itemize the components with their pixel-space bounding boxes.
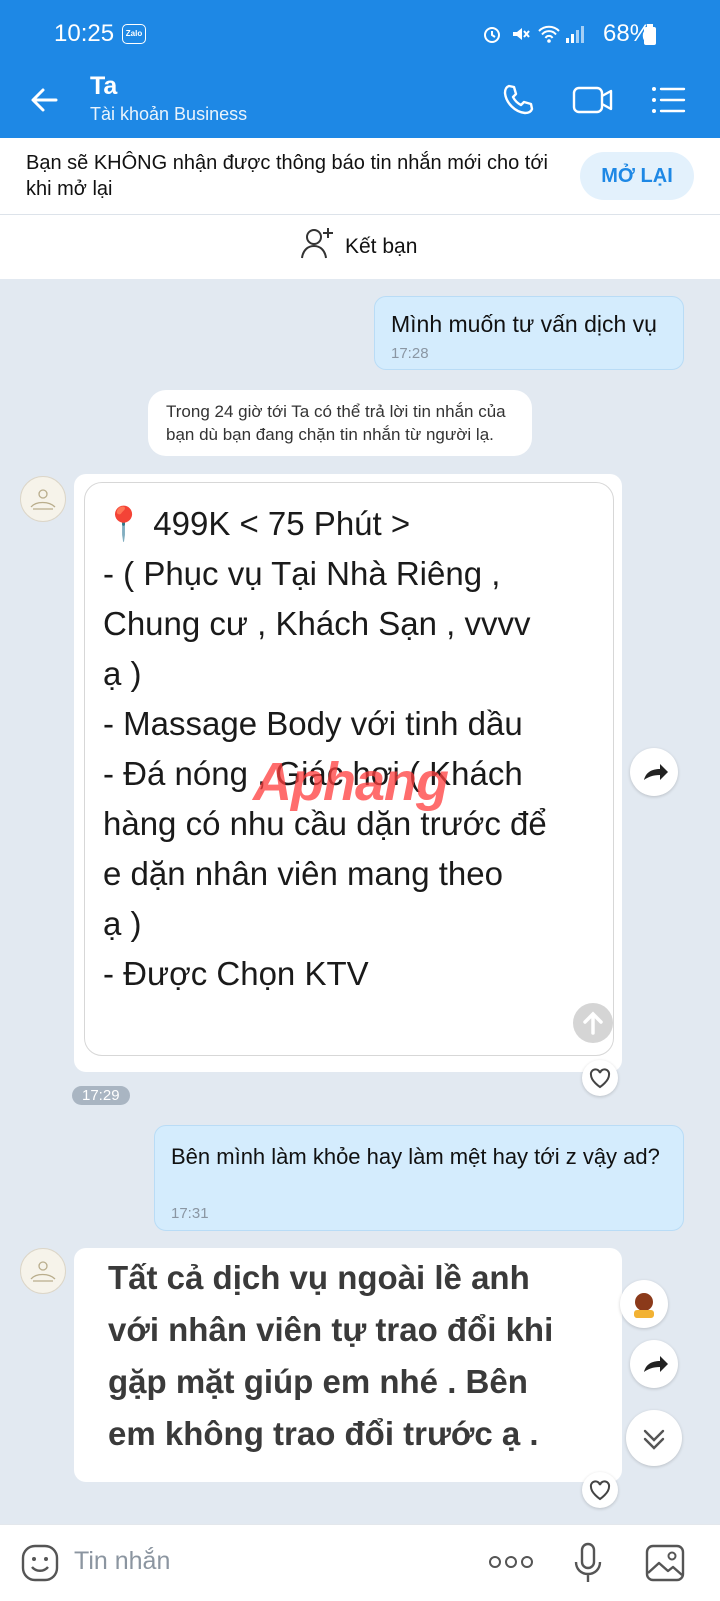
outgoing-message[interactable]: Bên mình làm khỏe hay làm mệt hay tới z … [154, 1125, 684, 1231]
composer-bar: Tin nhắn [0, 1524, 720, 1601]
wifi-icon [538, 25, 560, 43]
message-text: Mình muốn tư vấn dịch vụ [391, 311, 657, 337]
microphone-icon[interactable] [572, 1541, 604, 1585]
heart-icon [589, 1480, 611, 1501]
reaction-emoji-button[interactable] [620, 1280, 668, 1328]
message-time: 17:28 [391, 345, 429, 362]
price-list-line: - Được Chọn KTV [103, 955, 369, 992]
banner-text: Bạn sẽ KHÔNG nhận được thông báo tin nhắ… [26, 152, 548, 200]
price-list-line: - ( Phục vụ Tại Nhà Riêng , [103, 555, 501, 592]
add-friend-label: Kết bạn [345, 235, 418, 258]
scroll-top-button[interactable] [573, 1003, 613, 1043]
price-list-line: Chung cư , Khách Sạn , vvvv [103, 605, 531, 642]
incoming-image-message[interactable]: 📍 499K < 75 Phút > - ( Phục vụ Tại Nhà R… [74, 474, 622, 1072]
price-list-line: - Massage Body với tinh dầu [103, 705, 523, 742]
message-time: 17:31 [171, 1205, 209, 1222]
react-heart-button[interactable] [582, 1060, 618, 1096]
price-list-line: 📍 499K < 75 Phút > [103, 505, 411, 542]
reply-line: gặp mặt giúp em nhé . Bên [108, 1363, 528, 1400]
price-list-image: 📍 499K < 75 Phút > - ( Phục vụ Tại Nhà R… [84, 482, 614, 1056]
menu-list-icon[interactable] [650, 84, 686, 116]
message-text: Bên mình làm khỏe hay làm mệt hay tới z … [171, 1144, 660, 1169]
more-options-icon[interactable] [488, 1555, 534, 1569]
share-arrow-icon [644, 764, 668, 780]
video-call-icon[interactable] [572, 82, 614, 118]
arrow-up-icon [583, 1011, 603, 1035]
incoming-image-message[interactable]: Tất cả dịch vụ ngoài lề anh với nhân viê… [74, 1248, 622, 1482]
signal-icon [566, 26, 584, 43]
forward-button[interactable] [630, 1340, 678, 1388]
price-list-line: e dặn nhân viên mang theo [103, 855, 503, 892]
notification-banner: Bạn sẽ KHÔNG nhận được thông báo tin nhắ… [0, 138, 720, 215]
add-friend-bar[interactable]: Kết bạn [0, 215, 720, 279]
share-arrow-icon [644, 1356, 668, 1372]
price-list-text: 📍 499K < 75 Phút > - ( Phục vụ Tại Nhà R… [103, 499, 547, 999]
reply-line: em không trao đổi trước ạ . [108, 1415, 539, 1452]
emoji-reaction-icon [634, 1293, 654, 1318]
price-list-line: ạ ) [103, 905, 142, 942]
reopen-button[interactable]: MỞ LẠI [580, 152, 694, 200]
alarm-icon [484, 27, 500, 43]
mute-icon [513, 28, 530, 40]
status-bar: 10:25 Zalo 68% [0, 0, 720, 62]
reply-image-text: Tất cả dịch vụ ngoài lề anh với nhân viê… [108, 1252, 553, 1460]
heart-icon [589, 1068, 611, 1089]
watermark: Aphang [253, 752, 449, 812]
react-heart-button[interactable] [582, 1472, 618, 1508]
image-gallery-icon[interactable] [644, 1543, 686, 1583]
scroll-down-button[interactable] [626, 1410, 682, 1466]
chat-header: Ta Tài khoản Business [0, 62, 720, 138]
add-friend-icon [301, 228, 333, 259]
status-time: 10:25 [54, 20, 115, 47]
zalo-badge-icon: Zalo [122, 24, 146, 44]
sender-avatar[interactable] [20, 476, 66, 522]
contact-account-type: Tài khoản Business [90, 104, 248, 124]
price-list-line: ạ ) [103, 655, 142, 692]
massage-logo-icon [30, 1261, 56, 1282]
phone-call-icon[interactable] [500, 82, 536, 118]
sticker-icon[interactable] [20, 1543, 60, 1583]
contact-name[interactable]: Ta [90, 72, 117, 101]
back-arrow-icon[interactable] [28, 84, 60, 116]
sender-avatar[interactable] [20, 1248, 66, 1294]
double-chevron-down-icon [643, 1429, 665, 1450]
forward-button[interactable] [630, 748, 678, 796]
reply-line: Tất cả dịch vụ ngoài lề anh [108, 1259, 530, 1296]
reply-line: với nhân viên tự trao đổi khi [108, 1311, 554, 1348]
message-input[interactable]: Tin nhắn [74, 1547, 170, 1576]
outgoing-message[interactable]: Mình muốn tư vấn dịch vụ 17:28 [374, 296, 684, 370]
battery-icon [644, 24, 656, 45]
massage-logo-icon [30, 489, 56, 510]
system-notice: Trong 24 giờ tới Ta có thể trả lời tin n… [148, 390, 532, 456]
message-time: 17:29 [72, 1086, 130, 1105]
